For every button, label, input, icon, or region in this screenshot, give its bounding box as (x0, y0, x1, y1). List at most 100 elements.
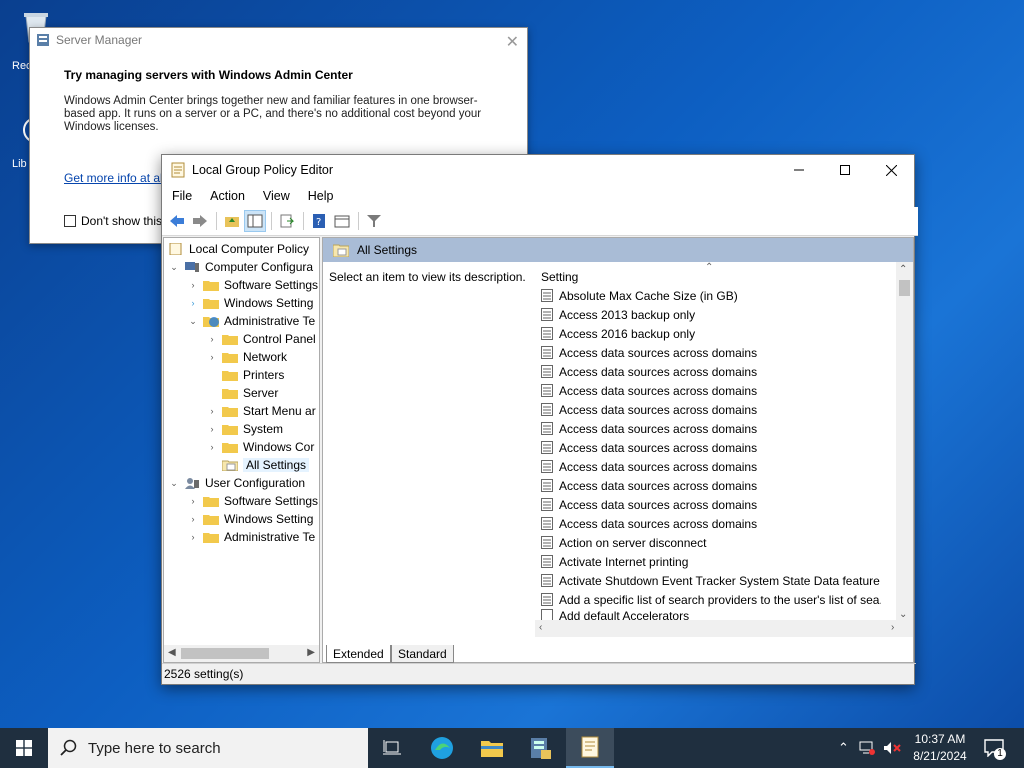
scroll-right-icon[interactable]: › (891, 622, 894, 633)
file-explorer-taskbar-button[interactable] (468, 728, 516, 768)
chevron-right-icon[interactable]: › (187, 496, 199, 506)
tree-node-printers[interactable]: Printers (206, 366, 284, 384)
setting-row[interactable]: Add default Accelerators (541, 609, 881, 620)
back-button[interactable] (166, 210, 188, 232)
policy-setting-icon (541, 574, 553, 587)
close-icon[interactable]: ✕ (506, 32, 519, 52)
chevron-down-icon[interactable]: ⌄ (187, 316, 199, 327)
setting-row[interactable]: Access data sources across domains (541, 514, 881, 533)
setting-row[interactable]: Activate Shutdown Event Tracker System S… (541, 571, 881, 590)
checkbox-box[interactable] (64, 215, 76, 227)
menu-view[interactable]: View (253, 189, 298, 203)
show-hide-tree-button[interactable] (244, 210, 266, 232)
tree-node-all-settings[interactable]: All Settings (206, 456, 310, 474)
policy-setting-icon (541, 479, 553, 492)
menu-action[interactable]: Action (200, 189, 253, 203)
chevron-right-icon[interactable]: › (206, 334, 218, 344)
tab-standard[interactable]: Standard (391, 645, 454, 663)
tree-node-network[interactable]: › Network (206, 348, 288, 366)
forward-button[interactable] (189, 210, 211, 232)
help-button[interactable]: ? (308, 210, 330, 232)
start-button[interactable] (0, 728, 48, 768)
setting-name: Access 2013 backup only (559, 307, 696, 322)
chevron-right-icon[interactable]: › (206, 442, 218, 452)
setting-row[interactable]: Absolute Max Cache Size (in GB) (541, 286, 881, 305)
tree-node-server[interactable]: Server (206, 384, 278, 402)
setting-row[interactable]: Access data sources across domains (541, 343, 881, 362)
tree-node-administrative-templates[interactable]: ⌄ Administrative Te (187, 312, 315, 330)
tree-node-system[interactable]: › System (206, 420, 284, 438)
scroll-left-icon[interactable]: ‹ (539, 622, 542, 633)
server-manager-taskbar-button[interactable] (516, 728, 564, 768)
setting-row[interactable]: Access data sources across domains (541, 419, 881, 438)
properties-button[interactable] (331, 210, 353, 232)
setting-row[interactable]: Activate Internet printing (541, 552, 881, 571)
minimize-button[interactable] (776, 155, 822, 185)
dont-show-checkbox[interactable]: Don't show this m (64, 214, 175, 228)
folder-icon (203, 533, 219, 543)
scroll-up-icon[interactable]: ⌃ (899, 264, 907, 275)
setting-row[interactable]: Access data sources across domains (541, 362, 881, 381)
tab-extended[interactable]: Extended (326, 645, 391, 663)
volume-muted-icon[interactable] (883, 741, 901, 755)
window-titlebar[interactable]: Local Group Policy Editor (162, 155, 914, 185)
setting-row[interactable]: Access data sources across domains (541, 438, 881, 457)
setting-row[interactable]: Access data sources across domains (541, 476, 881, 495)
taskbar-search-box[interactable]: Type here to search (48, 728, 368, 768)
tree-node-user-administrative-templates[interactable]: › Administrative Te (187, 528, 316, 546)
chevron-right-icon[interactable]: › (187, 532, 199, 542)
setting-name: Access data sources across domains (559, 516, 758, 531)
close-button[interactable] (868, 155, 914, 185)
network-icon[interactable] (859, 741, 875, 755)
setting-name: Access data sources across domains (559, 383, 758, 398)
menu-help[interactable]: Help (298, 189, 342, 203)
scrollbar-thumb[interactable] (899, 280, 910, 296)
export-list-button[interactable] (276, 210, 298, 232)
setting-row[interactable]: Add a specific list of search providers … (541, 590, 881, 609)
tree-node-user-windows-settings[interactable]: › Windows Setting (187, 510, 314, 528)
setting-row[interactable]: Access data sources across domains (541, 400, 881, 419)
chevron-right-icon[interactable]: › (206, 406, 218, 416)
setting-row[interactable]: Access data sources across domains (541, 381, 881, 400)
settings-horizontal-scrollbar[interactable]: ‹ › (535, 620, 913, 637)
filter-button[interactable] (363, 210, 385, 232)
setting-row[interactable]: Access 2016 backup only (541, 324, 881, 343)
setting-row[interactable]: Access 2013 backup only (541, 305, 881, 324)
up-one-level-button[interactable] (221, 210, 243, 232)
tree-node-local-computer-policy[interactable]: Local Computer Policy (168, 240, 309, 258)
scroll-down-icon[interactable]: ⌄ (899, 609, 907, 620)
tree-node-software-settings[interactable]: › Software Settings (187, 276, 319, 294)
chevron-right-icon[interactable]: › (187, 298, 199, 308)
task-view-button[interactable] (368, 728, 416, 768)
chevron-right-icon[interactable]: › (206, 352, 218, 362)
chevron-down-icon[interactable]: ⌄ (168, 478, 180, 489)
edge-taskbar-button[interactable] (418, 728, 466, 768)
tree-node-windows-settings[interactable]: › Windows Setting (187, 294, 314, 312)
policy-setting-icon (541, 555, 553, 568)
chevron-right-icon[interactable]: › (187, 280, 199, 290)
taskbar-clock[interactable]: 10:37 AM 8/21/2024 (900, 731, 980, 765)
tree-node-start-menu[interactable]: › Start Menu ar (206, 402, 316, 420)
group-policy-taskbar-button[interactable] (566, 728, 614, 768)
maximize-button[interactable] (822, 155, 868, 185)
chevron-up-icon[interactable]: ⌃ (838, 740, 849, 756)
menu-file[interactable]: File (162, 189, 200, 203)
chevron-down-icon[interactable]: ⌄ (168, 262, 180, 273)
chevron-right-icon[interactable]: › (206, 424, 218, 434)
tree-node-control-panel[interactable]: › Control Panel (206, 330, 316, 348)
settings-vertical-scrollbar[interactable]: ⌃ ⌄ (896, 262, 913, 622)
tree-node-user-software-settings[interactable]: › Software Settings (187, 492, 319, 510)
tree-node-label: Windows Cor (243, 440, 315, 454)
setting-row[interactable]: Access data sources across domains (541, 495, 881, 514)
setting-row[interactable]: Access data sources across domains (541, 457, 881, 476)
properties-icon (334, 215, 350, 228)
setting-row[interactable]: Action on server disconnect (541, 533, 881, 552)
more-info-link[interactable]: Get more info at aka (64, 171, 173, 185)
chevron-right-icon[interactable]: › (187, 514, 199, 524)
tree-node-computer-configuration[interactable]: ⌄ Computer Configura (168, 258, 313, 276)
tree-node-user-configuration[interactable]: ⌄ User Configuration (168, 474, 305, 492)
tree-node-windows-components[interactable]: › Windows Cor (206, 438, 315, 456)
column-header-setting[interactable]: Setting (541, 270, 578, 284)
policy-setting-icon (541, 536, 553, 549)
action-center-button[interactable]: 1 (984, 728, 1006, 768)
